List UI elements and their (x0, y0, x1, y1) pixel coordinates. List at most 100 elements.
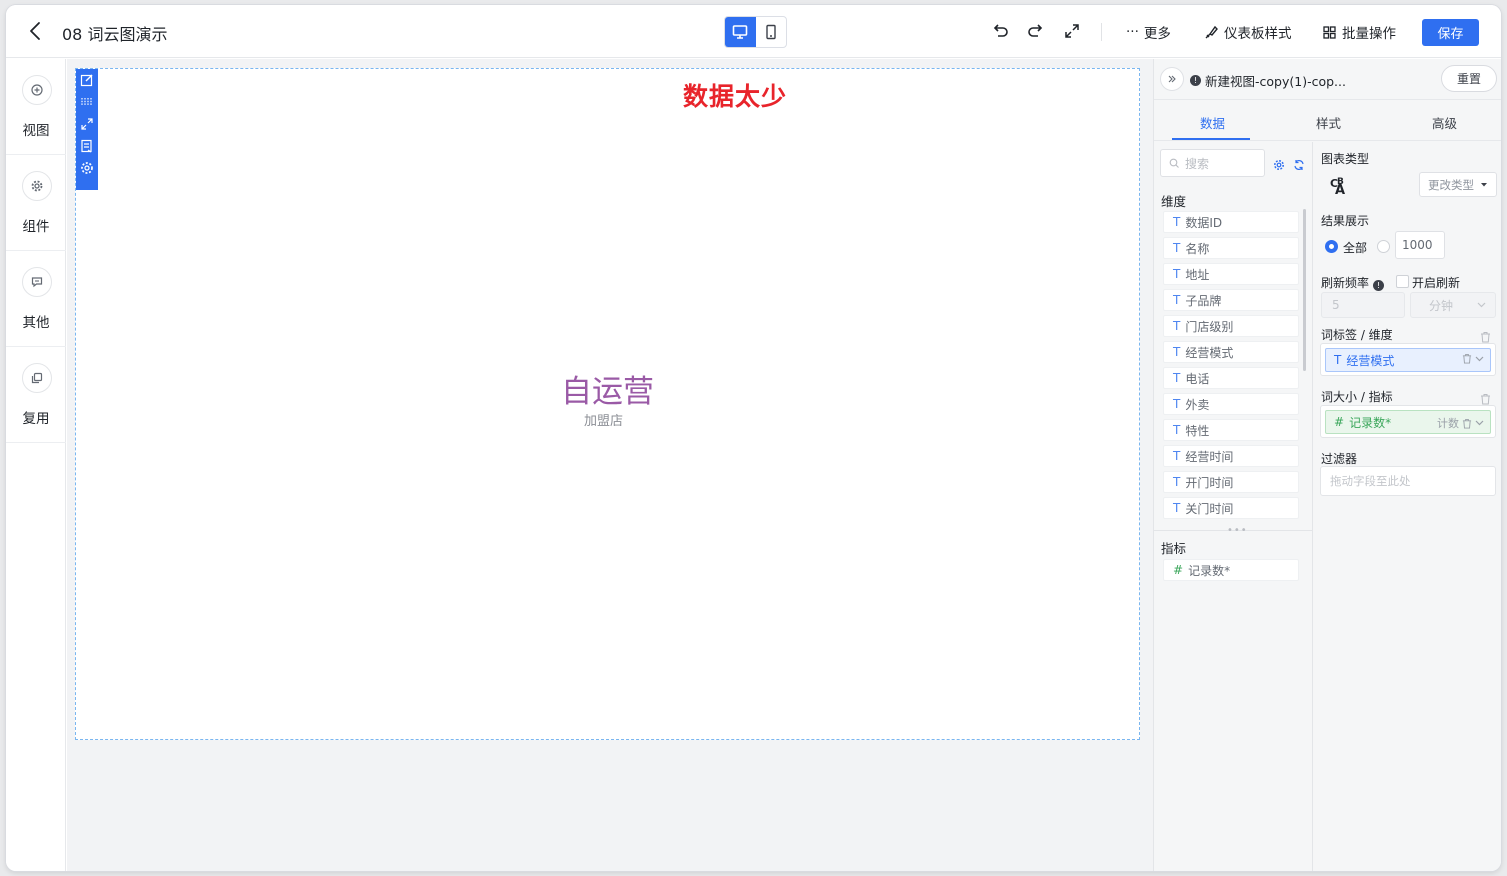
word-cloud-word: 加盟店 (584, 414, 624, 429)
sidebar-item-label: 组件 (22, 219, 50, 235)
panel-header: ! 新建视图-copy(1)-cop... 重置 (1154, 59, 1501, 100)
refresh-value-input[interactable]: 5 (1321, 292, 1405, 318)
redo-icon[interactable] (1027, 22, 1045, 40)
text-type-icon: T (1334, 353, 1342, 367)
dashboard-style-button[interactable]: 仪表板样式 (1204, 22, 1292, 42)
word-size-field-chip[interactable]: # 记录数* 计数 (1325, 410, 1491, 434)
drag-handle-icon[interactable] (79, 94, 95, 110)
word-cloud-type-icon: CBA (1329, 172, 1353, 198)
dimension-field-item[interactable]: T 地址 (1163, 263, 1299, 285)
word-cloud-chart[interactable]: 数据太少 自运营 加盟店 (75, 68, 1140, 740)
expand-icon[interactable] (79, 116, 95, 132)
number-type-icon: # (1334, 415, 1345, 429)
tab-style[interactable]: 样式 (1316, 113, 1341, 132)
word-label-field-text: 经营模式 (1346, 353, 1395, 368)
chevron-down-icon[interactable] (1475, 420, 1484, 426)
metric-field-item[interactable]: # 记录数* (1163, 559, 1299, 581)
batch-operation-button[interactable]: 批量操作 (1322, 22, 1396, 42)
dimension-field-item[interactable]: T 门店级别 (1163, 315, 1299, 337)
enable-refresh-checkbox[interactable] (1396, 275, 1409, 288)
monitor-icon (732, 25, 748, 39)
field-label: 数据ID (1185, 215, 1223, 230)
sidebar-item-reuse[interactable]: 复用 (6, 347, 66, 443)
text-type-icon: T (1173, 371, 1181, 385)
undo-icon[interactable] (991, 22, 1009, 40)
sidebar-item-view[interactable]: 视图 (6, 59, 66, 155)
chart-config-panel: ! 新建视图-copy(1)-cop... 重置 数据 样式 高级 搜索 维度 (1153, 59, 1501, 871)
annotation-text: 数据太少 (683, 82, 788, 111)
result-all-label: 全部 (1343, 241, 1368, 255)
trash-icon[interactable] (1480, 390, 1491, 405)
desktop-view-button[interactable] (725, 17, 756, 47)
page-title: 08 词云图演示 (62, 25, 168, 44)
trash-icon[interactable] (1462, 418, 1472, 429)
aggregation-label: 计数 (1437, 417, 1459, 430)
app-window: 08 词云图演示 ··· 更多 仪表板样式 批量操作 保存 视图 组件 其他 复… (6, 5, 1501, 871)
device-switch (724, 16, 787, 48)
dimension-field-item[interactable]: T 特性 (1163, 419, 1299, 441)
save-button[interactable]: 保存 (1422, 19, 1479, 46)
collapse-panel-button[interactable] (1160, 67, 1184, 91)
edit-icon[interactable] (79, 72, 95, 88)
result-all-radio[interactable] (1325, 240, 1338, 253)
mobile-view-button[interactable] (756, 17, 787, 47)
result-limit-radio[interactable] (1377, 240, 1390, 253)
dimension-field-item[interactable]: T 子品牌 (1163, 289, 1299, 311)
field-label: 门店级别 (1185, 319, 1234, 334)
sidebar-item-other[interactable]: 其他 (6, 251, 66, 347)
dimension-field-item[interactable]: T 关门时间 (1163, 497, 1299, 519)
trash-icon[interactable] (1462, 353, 1472, 364)
dimension-field-item[interactable]: T 数据ID (1163, 211, 1299, 233)
chevron-down-icon (1477, 302, 1486, 308)
tab-advanced[interactable]: 高级 (1432, 113, 1457, 132)
more-label: 更多 (1143, 26, 1171, 42)
word-label-dropzone[interactable]: T 经营模式 (1320, 343, 1496, 376)
text-type-icon: T (1173, 501, 1181, 515)
sidebar-item-component[interactable]: 组件 (6, 155, 66, 251)
fullscreen-icon[interactable] (1063, 22, 1081, 40)
chevron-down-icon[interactable] (1475, 356, 1484, 362)
chart-config-column: 图表类型 CBA 更改类型 结果展示 全部 1000 刷新频率! 开启刷新 5 … (1314, 142, 1501, 871)
field-label: 地址 (1185, 267, 1210, 282)
dimension-field-item[interactable]: T 经营时间 (1163, 445, 1299, 467)
dimension-field-item[interactable]: T 名称 (1163, 237, 1299, 259)
copy-icon (22, 363, 52, 393)
dimension-field-item[interactable]: T 开门时间 (1163, 471, 1299, 493)
text-type-icon: T (1173, 397, 1181, 411)
dimension-field-item[interactable]: T 经营模式 (1163, 341, 1299, 363)
left-sidebar: 视图 组件 其他 复用 (6, 59, 66, 871)
field-label: 记录数* (1188, 563, 1231, 578)
word-label-title: 词标签 / 维度 (1321, 328, 1393, 342)
word-size-dropzone[interactable]: # 记录数* 计数 (1320, 405, 1496, 438)
trash-icon[interactable] (1480, 328, 1491, 343)
word-size-field-text: 记录数* (1349, 415, 1392, 430)
field-settings-icon[interactable] (1272, 157, 1286, 171)
reset-button[interactable]: 重置 (1441, 65, 1497, 92)
dashboard-style-label: 仪表板样式 (1224, 26, 1292, 42)
refresh-icon[interactable] (1292, 157, 1306, 171)
resize-grip-icon[interactable]: ••• (1227, 525, 1248, 536)
sidebar-item-label: 其他 (22, 315, 50, 331)
dimension-scrollbar[interactable] (1303, 209, 1306, 371)
filter-dropzone[interactable]: 拖动字段至此处 (1320, 466, 1496, 496)
sidebar-item-label: 复用 (22, 411, 50, 427)
brush-icon (1205, 25, 1218, 38)
export-icon[interactable] (79, 138, 95, 154)
word-label-field-chip[interactable]: T 经营模式 (1325, 348, 1491, 372)
search-placeholder: 搜索 (1185, 156, 1210, 171)
refresh-unit-select[interactable]: 分钟 (1410, 292, 1496, 318)
result-limit-input[interactable]: 1000 (1395, 231, 1445, 259)
refresh-frequency-label: 刷新频率! (1321, 274, 1385, 291)
info-icon: ! (1190, 75, 1201, 86)
field-search-input[interactable]: 搜索 (1160, 149, 1265, 177)
more-button[interactable]: ··· 更多 (1126, 22, 1171, 42)
field-label: 特性 (1185, 423, 1210, 438)
tab-data[interactable]: 数据 (1200, 113, 1225, 132)
dimension-field-item[interactable]: T 电话 (1163, 367, 1299, 389)
change-type-dropdown[interactable]: 更改类型 (1419, 172, 1497, 197)
change-type-label: 更改类型 (1428, 177, 1474, 192)
phone-icon (766, 24, 776, 40)
settings-icon[interactable] (79, 160, 95, 176)
dimension-field-item[interactable]: T 外卖 (1163, 393, 1299, 415)
back-arrow-icon[interactable] (26, 20, 46, 42)
